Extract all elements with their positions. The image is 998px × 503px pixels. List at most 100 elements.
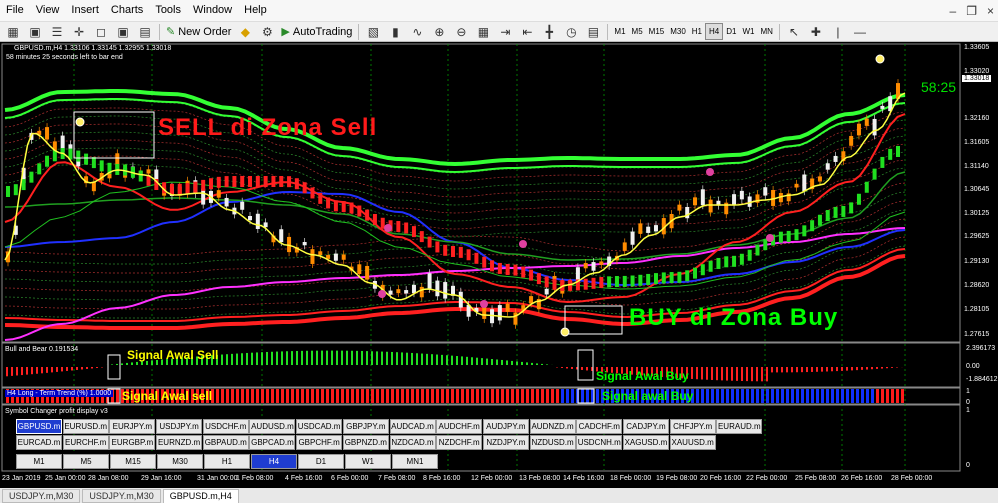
pair-button-nzdcad-m[interactable]: NZDCAD.m [389,435,436,450]
pair-button-eurnzd-m[interactable]: EURNZD.m [156,435,203,450]
new-chart-icon[interactable]: ▦ [4,23,22,41]
tf-d1[interactable]: D1 [723,23,739,40]
cursor-icon[interactable]: ↖ [785,23,803,41]
new-order-button[interactable]: ✎ New Order [163,25,234,39]
pair-button-audnzd-m[interactable]: AUDNZD.m [529,419,576,434]
pair-button-nzdjpy-m[interactable]: NZDJPY.m [482,435,529,450]
chart-tab-gbpusd-m-h4[interactable]: GBPUSD.m,H4 [162,488,239,503]
changer-tf-m15[interactable]: M15 [110,454,156,469]
tf-m5[interactable]: M5 [629,23,646,40]
pair-button-usdcad-m[interactable]: USDCAD.m [296,419,343,434]
navigator-icon[interactable]: ◻ [92,23,110,41]
market-watch-icon[interactable]: ☰ [48,23,66,41]
line-chart-icon[interactable]: ∿ [408,23,426,41]
bull-bear-bar [711,367,713,380]
candle-body [263,222,268,228]
pair-button-eurcad-m[interactable]: EURCAD.m [16,435,62,450]
changer-tf-mn1[interactable]: MN1 [392,454,438,469]
long-term-bar [436,389,439,403]
changer-tf-m30[interactable]: M30 [157,454,203,469]
terminal-icon[interactable]: ▤ [136,23,154,41]
chart-tab-usdjpy-m-m30[interactable]: USDJPY.m,M30 [2,488,81,503]
changer-tf-h4[interactable]: H4 [251,454,297,469]
pair-button-eurgbp-m[interactable]: EURGBP.m [109,435,156,450]
changer-tf-h1[interactable]: H1 [204,454,250,469]
changer-tf-m1[interactable]: M1 [16,454,62,469]
pair-button-audusd-m[interactable]: AUDUSD.m [249,419,296,434]
menu-view[interactable]: View [30,0,66,21]
pair-button-eurusd-m[interactable]: EURUSD.m [62,419,109,434]
pair-button-audcad-m[interactable]: AUDCAD.m [389,419,436,434]
pair-button-chfjpy-m[interactable]: CHFJPY.m [669,419,716,434]
pair-button-cadchf-m[interactable]: CADCHF.m [576,419,623,434]
pair-button-usdjpy-m[interactable]: USDJPY.m [156,419,203,434]
signal-star-icon [875,54,885,64]
autoscroll-icon[interactable]: ⇥ [496,23,514,41]
tf-w1[interactable]: W1 [739,23,757,40]
data-window-icon[interactable]: ▣ [114,23,132,41]
zoom-out-icon[interactable]: ⊖ [452,23,470,41]
pair-button-usdcnh-m[interactable]: USDCNH.m [576,435,623,450]
changer-tf-w1[interactable]: W1 [345,454,391,469]
minimize-icon[interactable]: – [950,4,957,18]
changer-tf-m5[interactable]: M5 [63,454,109,469]
autotrading-button[interactable]: ▶ AutoTrading [278,25,355,39]
pair-button-gbpnzd-m[interactable]: GBPNZD.m [342,435,389,450]
menu-tools[interactable]: Tools [149,0,187,21]
vertical-line-icon[interactable]: | [829,23,847,41]
pair-button-audchf-m[interactable]: AUDCHF.m [436,419,483,434]
pair-button-cadjpy-m[interactable]: CADJPY.m [622,419,669,434]
pair-button-nzdchf-m[interactable]: NZDCHF.m [436,435,483,450]
tf-m30[interactable]: M30 [667,23,689,40]
long-term-bar [391,389,394,403]
long-term-bar [806,389,809,403]
changer-tf-d1[interactable]: D1 [298,454,344,469]
pair-button-nzdusd-m[interactable]: NZDUSD.m [529,435,576,450]
periods-icon[interactable]: ◷ [562,23,580,41]
templates-icon[interactable]: ▤ [584,23,602,41]
tf-m15[interactable]: M15 [646,23,668,40]
bull-bear-bar [516,361,518,365]
pair-button-gbpcad-m[interactable]: GBPCAD.m [249,435,296,450]
meta-editor-icon[interactable]: ◆ [236,23,254,41]
tf-h4[interactable]: H4 [705,23,724,40]
pair-button-gbpjpy-m[interactable]: GBPJPY.m [342,419,389,434]
tf-h1[interactable]: H1 [689,23,705,40]
pair-button-audjpy-m[interactable]: AUDJPY.m [482,419,529,434]
chart-tab-usdjpy-m-m30[interactable]: USDJPY.m,M30 [82,488,161,503]
profiles-icon[interactable]: ▣ [26,23,44,41]
restore-icon[interactable]: ❐ [966,4,977,18]
menu-window[interactable]: Window [187,0,238,21]
menu-charts[interactable]: Charts [105,0,149,21]
pair-button-gbpchf-m[interactable]: GBPCHF.m [296,435,343,450]
horizontal-line-icon[interactable]: — [851,23,869,41]
pair-button-gbpaud-m[interactable]: GBPAUD.m [202,435,249,450]
close-icon[interactable]: × [987,4,994,18]
crosshair-icon[interactable]: ✛ [70,23,88,41]
options-icon[interactable]: ⚙ [258,23,276,41]
pair-button-xagusd-m[interactable]: XAGUSD.m [622,435,669,450]
chart-window[interactable]: GBPUSD.m,H4 1.33106 1.33145 1.32955 1.33… [0,42,998,488]
indicators-icon[interactable]: ╋ [540,23,558,41]
menu-help[interactable]: Help [238,0,273,21]
bar-chart-icon[interactable]: ▧ [364,23,382,41]
candle-body [817,176,822,182]
zoom-in-icon[interactable]: ⊕ [430,23,448,41]
chart-shift-icon[interactable]: ⇤ [518,23,536,41]
bull-bear-bar [86,367,88,369]
tile-windows-icon[interactable]: ▦ [474,23,492,41]
pair-button-xauusd-m[interactable]: XAUUSD.m [669,435,716,450]
menu-file[interactable]: File [0,0,30,21]
tf-m1[interactable]: M1 [611,23,628,40]
pair-button-eurchf-m[interactable]: EURCHF.m [62,435,109,450]
pair-button-gbpusd-m[interactable]: GBPUSD.m [16,419,62,434]
pair-button-usdchf-m[interactable]: USDCHF.m [202,419,249,434]
candlestick-icon[interactable]: ▮ [386,23,404,41]
bull-bear-bar [401,352,403,365]
long-term-bar [516,389,519,403]
pair-button-eurjpy-m[interactable]: EURJPY.m [109,419,156,434]
crosshair-tool-icon[interactable]: ✚ [807,23,825,41]
menu-insert[interactable]: Insert [65,0,105,21]
tf-mn[interactable]: MN [757,23,775,40]
pair-button-euraud-m[interactable]: EURAUD.m [716,419,763,434]
